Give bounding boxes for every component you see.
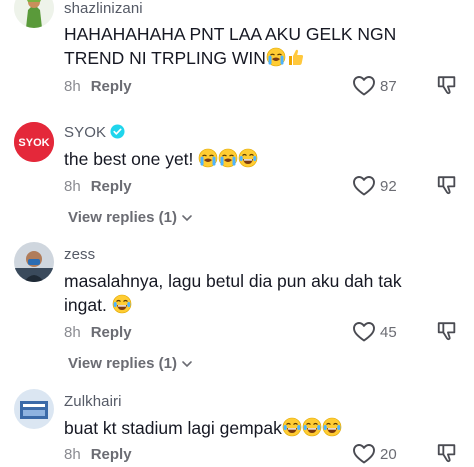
comment-text: buat kt stadium lagi gempak [64,416,404,440]
avatar-logo-text: SYOK [18,137,49,149]
face-with-tears-of-joy-icon [282,417,302,437]
comment-username[interactable]: zess [64,246,95,263]
loudly-crying-face-icon [266,47,286,67]
heart-icon [352,74,376,98]
comment-time: 8h [64,178,81,195]
face-with-tears-of-joy-icon [112,294,132,314]
comment-username-text: SYOK [64,124,107,141]
reply-button[interactable]: Reply [91,446,132,463]
face-with-tears-of-joy-icon [322,417,342,437]
comment-time: 8h [64,78,81,95]
comment-meta: 8h Reply [64,324,132,341]
comment-text-line: masalahnya, lagu betul dia pun aku dah t… [64,271,402,291]
heart-icon [352,174,376,198]
reply-button[interactable]: Reply [91,178,132,195]
comment-text-line: HAHAHAHAHA PNT LAA AKU GELK NGN [64,24,397,44]
comment-meta: 8h Reply [64,178,132,195]
dislike-icon [436,174,458,196]
like-count: 45 [380,323,397,341]
avatar[interactable]: SYOK [14,122,54,162]
comment-meta: 8h Reply [64,446,132,463]
thumbs-up-icon [286,47,306,67]
like-count: 87 [380,77,397,95]
like-count: 20 [380,445,397,463]
avatar[interactable] [14,389,54,429]
heart-icon [352,442,376,466]
comment-text-line: TREND NI TRPLING WIN [64,48,266,68]
loudly-crying-face-icon [198,148,218,168]
comment-text: masalahnya, lagu betul dia pun aku dah t… [64,269,404,317]
comment-time: 8h [64,446,81,463]
dislike-button[interactable] [436,442,458,467]
like-button[interactable]: 92 [352,174,397,198]
dislike-button[interactable] [436,74,458,101]
like-button[interactable]: 45 [352,320,397,344]
comment-meta: 8h Reply [64,78,132,95]
comment-text: HAHAHAHAHA PNT LAA AKU GELK NGN TREND NI… [64,22,404,70]
chevron-down-icon [182,360,192,367]
heart-icon [352,320,376,344]
dislike-icon [436,74,458,96]
face-with-tears-of-joy-icon [238,148,258,168]
like-button[interactable]: 87 [352,74,397,98]
dislike-button[interactable] [436,174,458,201]
dislike-icon [436,442,458,464]
loudly-crying-face-icon [218,148,238,168]
comment-username[interactable]: Zulkhairi [64,393,122,410]
comment-text-line: buat kt stadium lagi gempak [64,418,282,438]
view-replies-label: View replies (1) [68,355,177,372]
dislike-icon [436,320,458,342]
like-button[interactable]: 20 [352,442,397,466]
face-with-tears-of-joy-icon [302,417,322,437]
avatar[interactable] [14,0,54,28]
view-replies-label: View replies (1) [68,209,177,226]
avatar[interactable] [14,242,54,282]
reply-button[interactable]: Reply [91,324,132,341]
dislike-button[interactable] [436,320,458,347]
comment-text-line: ingat. [64,295,107,315]
like-count: 92 [380,177,397,195]
comment-time: 8h [64,324,81,341]
view-replies-button[interactable]: View replies (1) [68,355,193,372]
reply-button[interactable]: Reply [91,78,132,95]
comment-text: the best one yet! [64,147,404,171]
verified-badge-icon [110,124,125,139]
chevron-down-icon [182,214,192,221]
view-replies-button[interactable]: View replies (1) [68,209,193,226]
comment-username[interactable]: shazlinizani [64,0,143,17]
comment-username[interactable]: SYOK [64,124,125,141]
comment-text-line: the best one yet! [64,149,194,169]
